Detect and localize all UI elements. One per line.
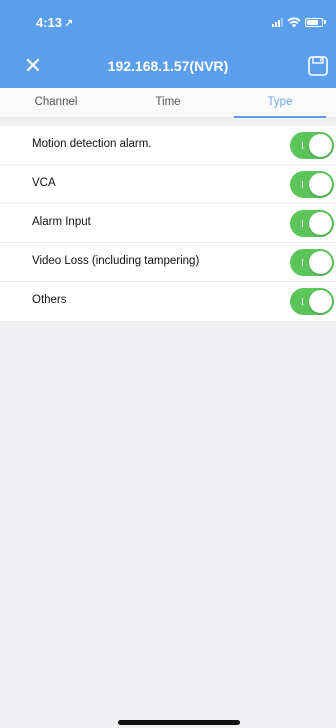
alarm-input-toggle[interactable] (290, 210, 334, 237)
vca-toggle[interactable] (290, 171, 334, 198)
video-loss-toggle[interactable] (290, 249, 334, 276)
alarm-type-label: VCA (32, 177, 56, 189)
status-bar: 4:13 ↗ (0, 0, 336, 44)
tab-type[interactable]: Type (224, 88, 336, 118)
alarm-type-list: Motion detection alarm. VCA Alarm Input … (0, 126, 336, 321)
cellular-signal-icon (272, 17, 283, 27)
list-item: Video Loss (including tampering) (0, 243, 336, 282)
page-title: 192.168.1.57(NVR) (107, 58, 229, 74)
motion-detection-toggle[interactable] (290, 132, 334, 159)
save-icon[interactable] (306, 54, 330, 78)
alarm-type-label: Video Loss (including tampering) (32, 255, 200, 267)
tab-channel[interactable]: Channel (0, 88, 112, 117)
app-header: 4:13 ↗ ✕ 192.168.1.57(NVR) (0, 0, 336, 88)
others-toggle[interactable] (290, 288, 334, 315)
wifi-icon (287, 16, 301, 27)
nav-bar: ✕ 192.168.1.57(NVR) (0, 44, 336, 88)
location-arrow-icon: ↗ (64, 18, 74, 30)
list-item: VCA (0, 165, 336, 204)
alarm-type-label: Alarm Input (32, 216, 91, 228)
tab-bar: Channel Time Type (0, 88, 336, 118)
list-item: Alarm Input (0, 204, 336, 243)
home-indicator[interactable] (118, 720, 240, 725)
status-time: 4:13 ↗ (36, 15, 73, 30)
status-icons (272, 16, 326, 28)
battery-tip (324, 20, 326, 24)
alarm-type-label: Others (32, 294, 67, 306)
tab-time[interactable]: Time (112, 88, 224, 117)
clock-text: 4:13 (36, 15, 63, 30)
list-item: Others (0, 282, 336, 321)
battery-icon (305, 17, 323, 27)
list-item: Motion detection alarm. (0, 126, 336, 165)
alarm-type-label: Motion detection alarm. (32, 138, 152, 150)
